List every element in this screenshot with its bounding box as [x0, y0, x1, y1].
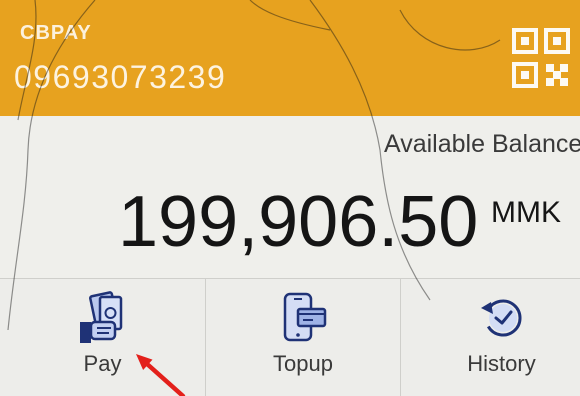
balance-currency: MMK [491, 196, 561, 229]
history-clock-icon [476, 291, 528, 345]
available-balance-label: Available Balance [384, 130, 580, 158]
pay-button[interactable]: Pay [0, 279, 205, 396]
topup-button[interactable]: Topup [205, 279, 400, 396]
app-name: CBPAY [20, 22, 92, 44]
history-label: History [467, 351, 536, 376]
topup-label: Topup [273, 351, 333, 376]
balance-amount: 199,906.50 [118, 182, 479, 262]
pay-label: Pay [83, 351, 122, 376]
header-bar: CBPAY 09693073239 [0, 0, 580, 116]
qr-code-icon[interactable] [512, 28, 570, 88]
action-bar: Pay Topup History [0, 278, 580, 396]
account-phone-number: 09693073239 [14, 59, 227, 95]
history-button[interactable]: History [400, 279, 580, 396]
phone-topup-icon [277, 291, 329, 345]
pay-money-icon [77, 291, 129, 345]
